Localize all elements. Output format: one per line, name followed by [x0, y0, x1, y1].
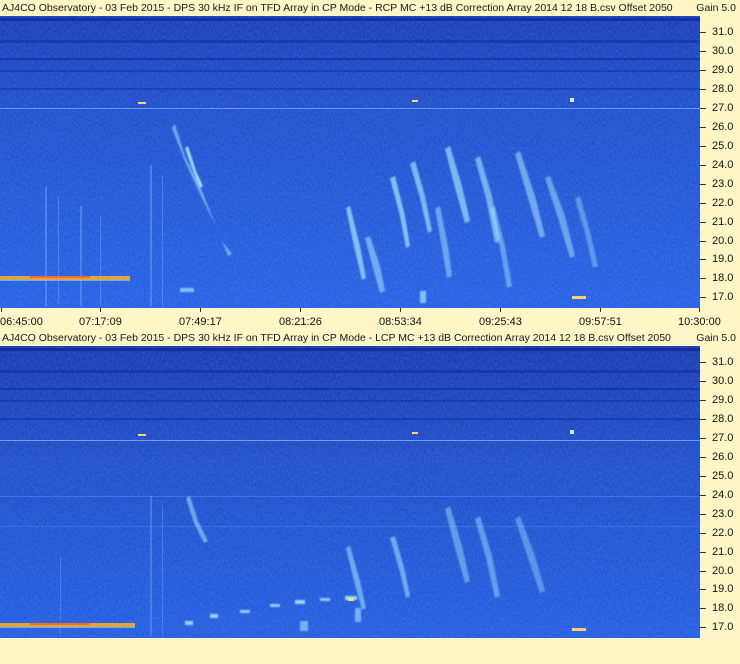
y-tick-label: 18.0 — [712, 272, 734, 284]
y-tick-label: 17.0 — [712, 291, 734, 303]
x-tick-label: 06:45:00 — [0, 316, 43, 328]
gain-label: Gain 5.0 — [696, 332, 736, 344]
spectrogram-lcp-svg — [0, 346, 700, 638]
y-tick-label: 20.0 — [712, 235, 734, 247]
y-tick-label: 29.0 — [712, 394, 734, 406]
x-tick-label: 07:49:17 — [179, 316, 222, 328]
x-tick-label: 10:30:00 — [678, 316, 721, 328]
y-tick-label: 20.0 — [712, 565, 734, 577]
x-tick-label: 09:57:51 — [579, 316, 622, 328]
panel-header: AJ4CO Observatory - 03 Feb 2015 - DPS 30… — [0, 330, 740, 346]
panel-header: AJ4CO Observatory - 03 Feb 2015 - DPS 30… — [0, 0, 740, 16]
y-tick-label: 18.0 — [712, 602, 734, 614]
frequency-axis: 31.0 30.0 29.0 28.0 27.0 26.0 25.0 24.0 … — [700, 346, 740, 638]
x-tick-label: 08:53:34 — [379, 316, 422, 328]
y-tick-label: 25.0 — [712, 140, 734, 152]
y-tick-label: 19.0 — [712, 253, 734, 265]
y-tick-label: 24.0 — [712, 489, 734, 501]
spectrogram-panel-lcp: AJ4CO Observatory - 03 Feb 2015 - DPS 30… — [0, 330, 740, 660]
spectrogram-panel-rcp: AJ4CO Observatory - 03 Feb 2015 - DPS 30… — [0, 0, 740, 330]
time-axis: 06:45:00 07:17:09 07:49:17 08:21:26 08:5… — [0, 308, 740, 330]
y-tick-label: 31.0 — [712, 356, 734, 368]
y-tick-label: 30.0 — [712, 375, 734, 387]
x-tick-label: 09:25:43 — [479, 316, 522, 328]
panel-title: AJ4CO Observatory - 03 Feb 2015 - DPS 30… — [2, 2, 673, 14]
y-tick-label: 21.0 — [712, 216, 734, 228]
spectrogram-image — [0, 16, 700, 308]
y-tick-label: 29.0 — [712, 64, 734, 76]
y-tick-label: 22.0 — [712, 527, 734, 539]
y-tick-label: 25.0 — [712, 470, 734, 482]
spectrogram-image — [0, 346, 700, 638]
y-tick-label: 23.0 — [712, 178, 734, 190]
y-tick-label: 28.0 — [712, 83, 734, 95]
panel-title: AJ4CO Observatory - 03 Feb 2015 - DPS 30… — [2, 332, 671, 344]
y-tick-label: 27.0 — [712, 102, 734, 114]
y-tick-label: 21.0 — [712, 546, 734, 558]
y-tick-label: 23.0 — [712, 508, 734, 520]
y-tick-label: 26.0 — [712, 121, 734, 133]
y-tick-label: 28.0 — [712, 413, 734, 425]
y-tick-label: 24.0 — [712, 159, 734, 171]
gain-label: Gain 5.0 — [696, 2, 736, 14]
spectrogram-rcp-svg — [0, 16, 700, 308]
frequency-axis: 31.0 30.0 29.0 28.0 27.0 26.0 25.0 24.0 … — [700, 16, 740, 308]
x-tick-label: 07:17:09 — [79, 316, 122, 328]
y-tick-label: 26.0 — [712, 451, 734, 463]
y-tick-label: 17.0 — [712, 621, 734, 633]
y-tick-label: 19.0 — [712, 583, 734, 595]
y-tick-label: 30.0 — [712, 45, 734, 57]
footer-strip — [0, 642, 740, 664]
x-tick-label: 08:21:26 — [279, 316, 322, 328]
y-tick-label: 31.0 — [712, 26, 734, 38]
y-tick-label: 27.0 — [712, 432, 734, 444]
y-tick-label: 22.0 — [712, 197, 734, 209]
